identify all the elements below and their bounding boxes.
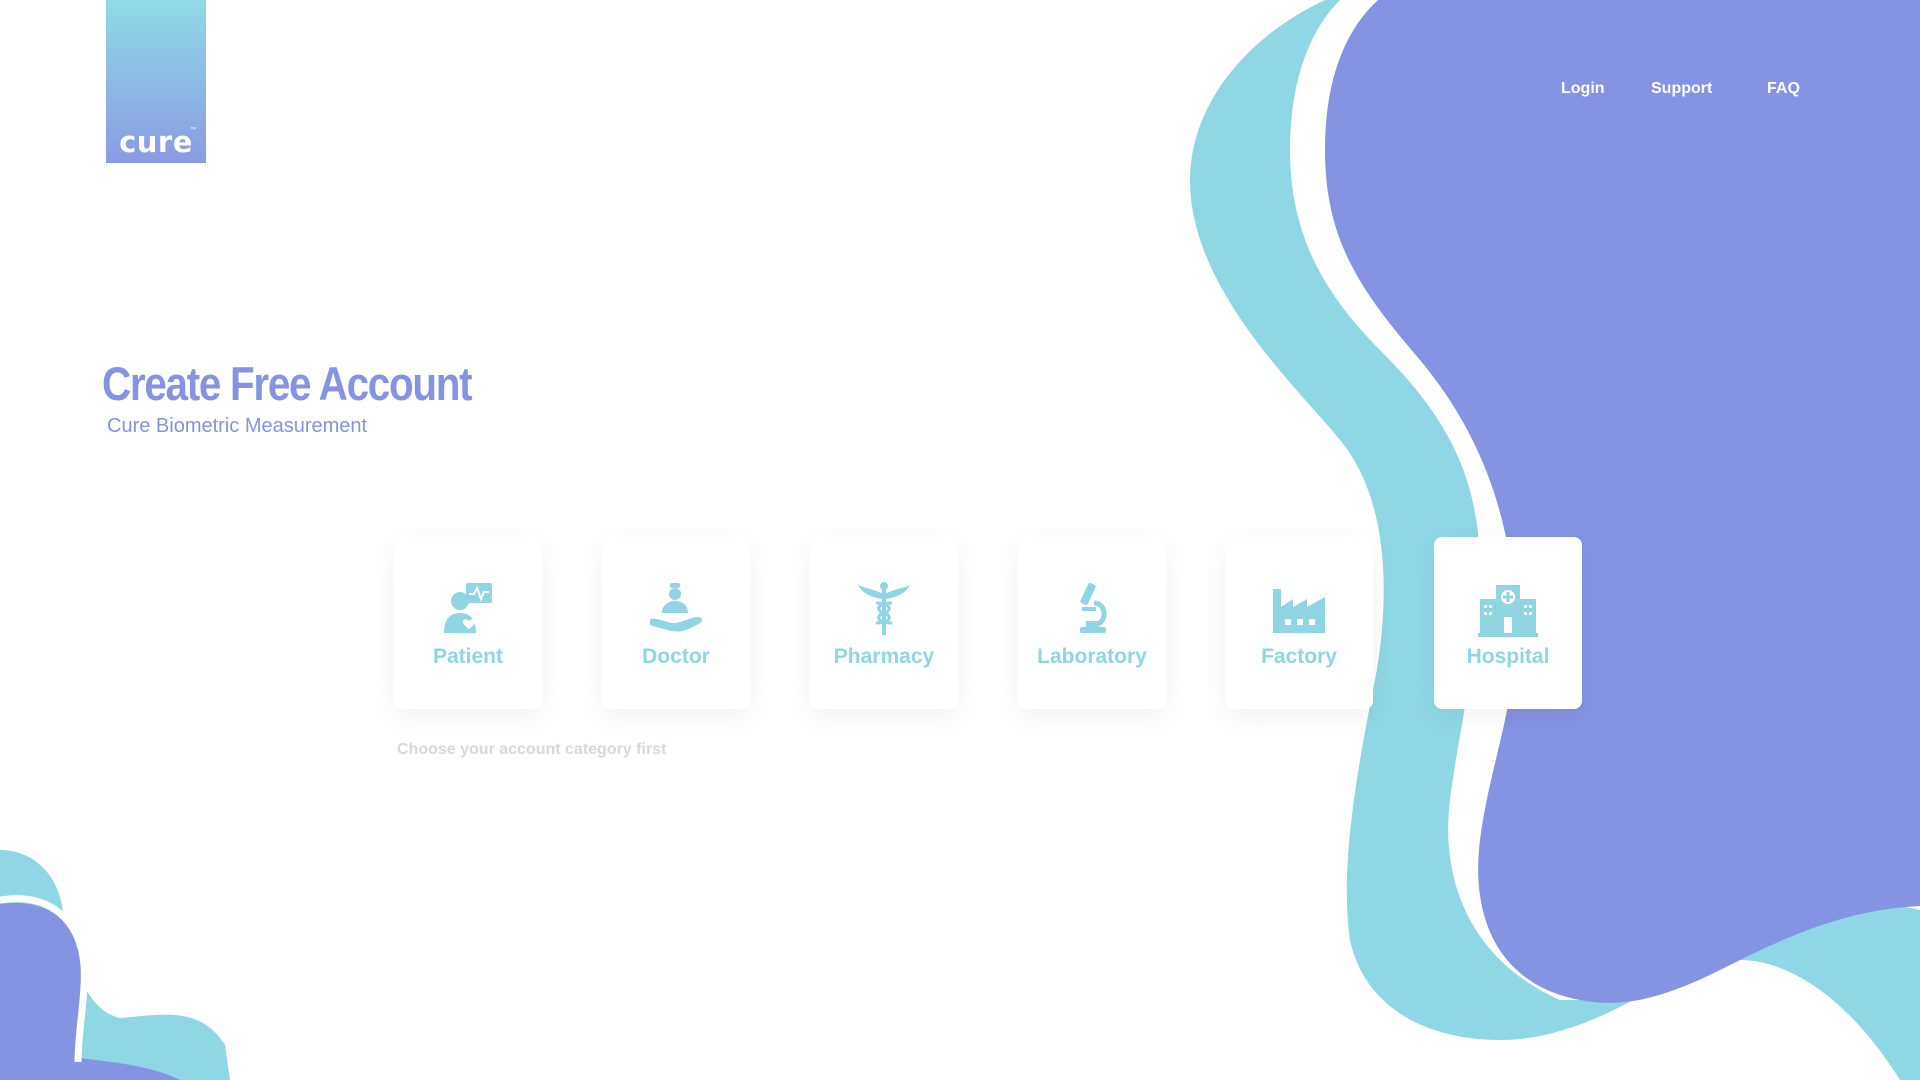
- category-card-doctor[interactable]: Doctor: [602, 537, 750, 709]
- nav-login-link[interactable]: Login: [1561, 80, 1605, 98]
- cure-logo[interactable]: cure ™: [106, 0, 206, 163]
- hospital-building-icon: [1478, 585, 1538, 637]
- microscope-icon: [1080, 582, 1107, 633]
- nav-faq-link[interactable]: FAQ: [1767, 80, 1800, 98]
- category-label: Patient: [432, 645, 503, 668]
- caduceus-icon: [858, 582, 910, 635]
- category-hint-text: Choose your account category first: [397, 741, 667, 758]
- doctor-care-hand-icon: [650, 583, 703, 632]
- category-label: Factory: [1261, 645, 1337, 668]
- factory-icon: [1273, 589, 1325, 633]
- category-label: Doctor: [642, 645, 710, 668]
- trademark-symbol: ™: [190, 127, 196, 133]
- category-label: Laboratory: [1037, 645, 1147, 668]
- patient-heart-monitor-icon: [444, 583, 492, 633]
- category-card-patient[interactable]: Patient: [394, 537, 542, 709]
- category-card-laboratory[interactable]: Laboratory: [1018, 537, 1166, 709]
- page-title: Create Free Account: [102, 357, 473, 410]
- category-card-pharmacy[interactable]: Pharmacy: [810, 537, 958, 709]
- page-subtitle: Cure Biometric Measurement: [107, 415, 368, 437]
- category-card-hospital[interactable]: Hospital: [1434, 537, 1582, 709]
- category-label: Hospital: [1466, 645, 1550, 668]
- nav-support-link[interactable]: Support: [1651, 80, 1712, 98]
- background-blobs: [0, 0, 1920, 1080]
- category-card-factory[interactable]: Factory: [1225, 537, 1373, 709]
- category-label: Pharmacy: [833, 645, 935, 668]
